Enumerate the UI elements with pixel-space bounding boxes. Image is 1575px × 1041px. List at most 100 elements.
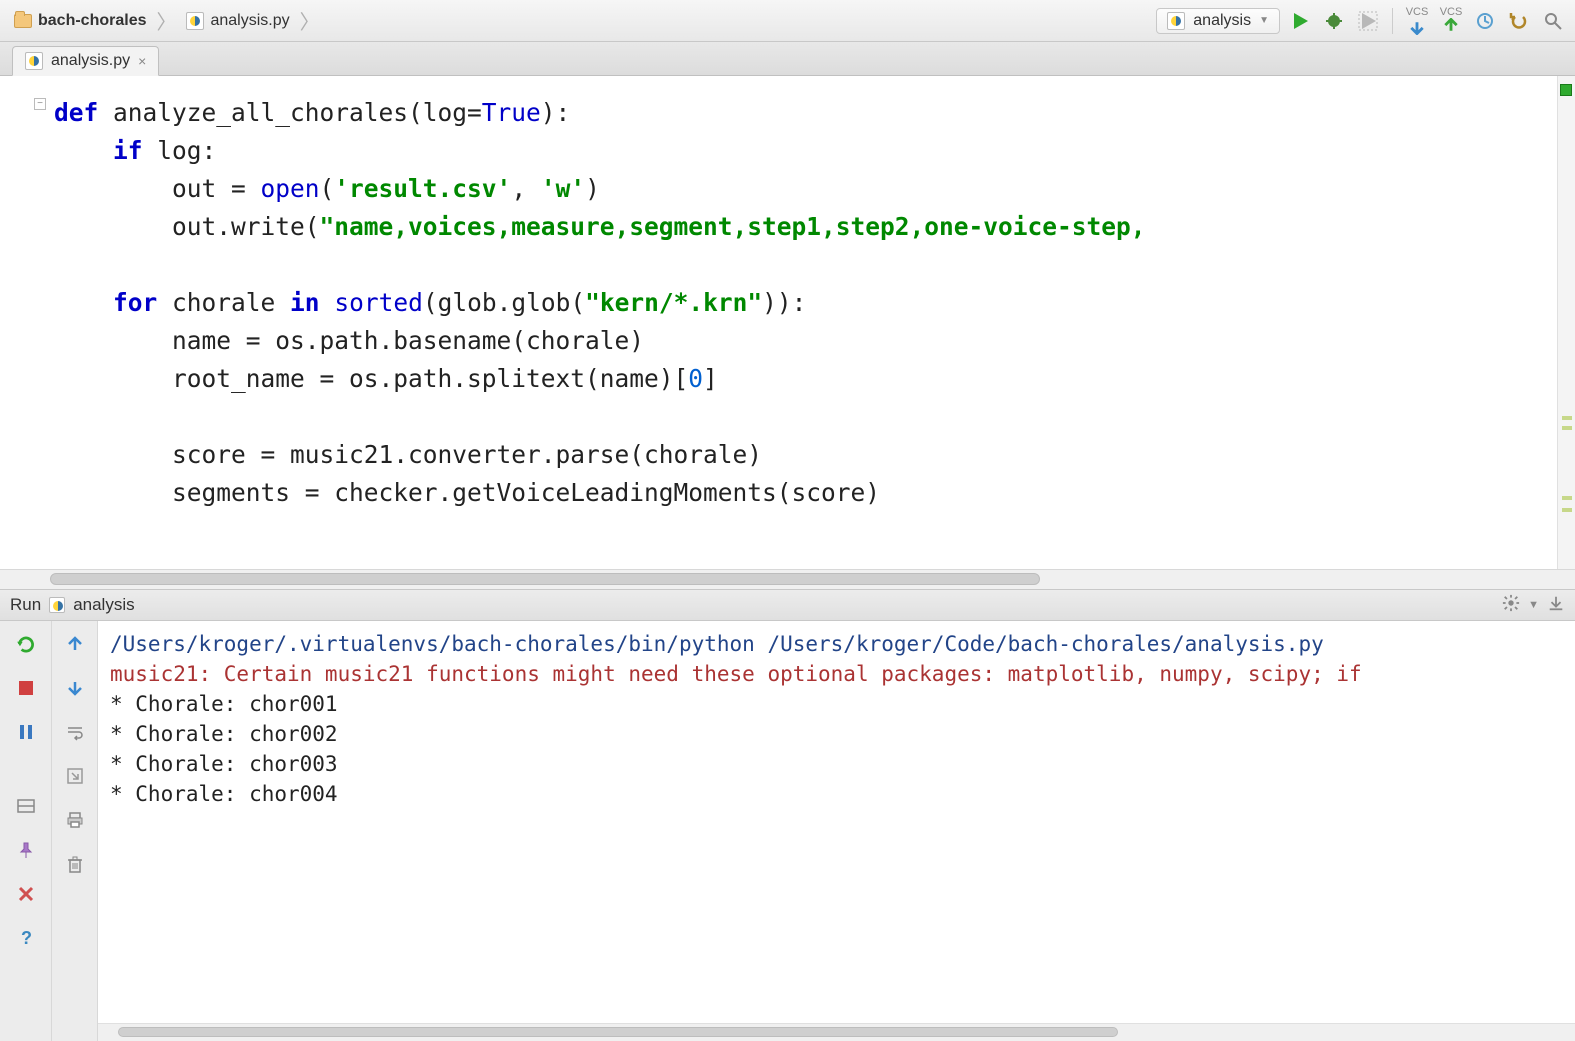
console-output[interactable]: /Users/kroger/.virtualenvs/bach-chorales… bbox=[98, 621, 1575, 1041]
gear-icon[interactable] bbox=[1502, 594, 1520, 617]
toolbar-right: analysis ▼ VCS VCS bbox=[1156, 7, 1567, 35]
fold-toggle-icon[interactable]: − bbox=[34, 98, 46, 110]
chevron-down-icon: ▼ bbox=[1259, 15, 1269, 26]
warning-marker-icon[interactable] bbox=[1562, 416, 1572, 420]
pause-button[interactable] bbox=[13, 719, 39, 745]
code-token bbox=[320, 288, 335, 317]
run-config-selector[interactable]: analysis ▼ bbox=[1156, 8, 1280, 34]
vcs-update-button[interactable]: VCS bbox=[1403, 7, 1431, 35]
console-line: * Chorale: chor001 bbox=[110, 689, 1563, 719]
breadcrumb-separator-icon: 〉 bbox=[156, 6, 176, 35]
coverage-button[interactable] bbox=[1354, 7, 1382, 35]
close-icon[interactable]: × bbox=[138, 53, 146, 69]
clear-all-button[interactable] bbox=[62, 851, 88, 877]
run-config-label: analysis bbox=[1193, 12, 1251, 30]
code-token: def bbox=[54, 98, 98, 127]
code-token: chorale bbox=[157, 288, 290, 317]
vcs-label: VCS bbox=[1440, 7, 1463, 18]
python-file-icon bbox=[49, 597, 65, 613]
editor-tab[interactable]: analysis.py × bbox=[12, 46, 159, 76]
pin-button[interactable] bbox=[13, 837, 39, 863]
code-token: ] bbox=[703, 364, 718, 393]
code-token: ) bbox=[585, 174, 600, 203]
console-horizontal-scrollbar[interactable] bbox=[98, 1023, 1575, 1041]
chevron-down-icon[interactable]: ▼ bbox=[1528, 599, 1539, 611]
code-token: out = bbox=[54, 174, 261, 203]
code-area[interactable]: def analyze_all_chorales(log=True): if l… bbox=[50, 76, 1557, 569]
editor[interactable]: − def analyze_all_chorales(log=True): if… bbox=[0, 76, 1575, 569]
code-token: root_name = os.path.splitext(name)[ bbox=[54, 364, 688, 393]
search-button[interactable] bbox=[1539, 7, 1567, 35]
layout-button[interactable] bbox=[13, 793, 39, 819]
code-token: log: bbox=[143, 136, 217, 165]
console-lines: /Users/kroger/.virtualenvs/bach-chorales… bbox=[110, 629, 1563, 1023]
debug-button[interactable] bbox=[1320, 7, 1348, 35]
python-file-icon bbox=[25, 52, 43, 70]
vcs-commit-button[interactable]: VCS bbox=[1437, 7, 1465, 35]
scrollbar-thumb[interactable] bbox=[50, 573, 1040, 585]
console-line: * Chorale: chor004 bbox=[110, 779, 1563, 809]
code-token: 'result.csv' bbox=[334, 174, 511, 203]
help-button[interactable]: ? bbox=[13, 925, 39, 951]
print-button[interactable] bbox=[62, 807, 88, 833]
code-token: , bbox=[511, 174, 541, 203]
breadcrumb-separator-icon: 〉 bbox=[300, 6, 320, 35]
breadcrumb-project-label: bach-chorales bbox=[38, 12, 146, 30]
console-command-line: /Users/kroger/.virtualenvs/bach-chorales… bbox=[110, 629, 1563, 659]
scroll-to-end-button[interactable] bbox=[62, 763, 88, 789]
breadcrumb-file[interactable]: analysis.py bbox=[180, 10, 295, 32]
scrollbar-thumb[interactable] bbox=[118, 1027, 1118, 1037]
code-token: sorted bbox=[334, 288, 423, 317]
svg-text:?: ? bbox=[21, 928, 32, 948]
editor-tab-label: analysis.py bbox=[51, 52, 130, 70]
code-token: True bbox=[482, 98, 541, 127]
breadcrumb-project[interactable]: bach-chorales bbox=[8, 10, 152, 32]
run-button[interactable] bbox=[1286, 7, 1314, 35]
code-token: for bbox=[113, 288, 157, 317]
code-token: (glob.glob( bbox=[423, 288, 585, 317]
scroll-down-button[interactable] bbox=[62, 675, 88, 701]
python-file-icon bbox=[1167, 12, 1185, 30]
console-warning-line: music21: Certain music21 functions might… bbox=[110, 659, 1563, 689]
breadcrumb: bach-chorales 〉 analysis.py 〉 bbox=[8, 6, 1156, 35]
close-button[interactable] bbox=[13, 881, 39, 907]
run-header-title: analysis bbox=[73, 595, 134, 615]
separator bbox=[1392, 8, 1393, 34]
console-line: * Chorale: chor003 bbox=[110, 749, 1563, 779]
editor-horizontal-scrollbar[interactable] bbox=[0, 569, 1575, 589]
undo-button[interactable] bbox=[1505, 7, 1533, 35]
error-stripe-gutter[interactable] bbox=[1557, 76, 1575, 569]
warning-marker-icon[interactable] bbox=[1562, 508, 1572, 512]
analysis-status-icon bbox=[1560, 84, 1572, 96]
editor-gutter[interactable]: − bbox=[0, 76, 50, 569]
code-token: score = music21.converter.parse(chorale) bbox=[54, 440, 762, 469]
code-token bbox=[54, 136, 113, 165]
code-token bbox=[54, 288, 113, 317]
code-token: "name,voices,measure,segment,step1,step2… bbox=[320, 212, 1146, 241]
code-token: )): bbox=[762, 288, 806, 317]
top-toolbar: bach-chorales 〉 analysis.py 〉 analysis ▼… bbox=[0, 0, 1575, 42]
code-token: 0 bbox=[688, 364, 703, 393]
rerun-button[interactable] bbox=[13, 631, 39, 657]
code-token: open bbox=[261, 174, 320, 203]
code-token: out.write( bbox=[54, 212, 320, 241]
run-tool-window-header[interactable]: Run analysis ▼ bbox=[0, 589, 1575, 621]
vcs-label: VCS bbox=[1406, 7, 1429, 18]
run-tool-window: ? /Users/kroger/.virtualenvs/bach-choral… bbox=[0, 621, 1575, 1041]
code-token: ( bbox=[320, 174, 335, 203]
warning-marker-icon[interactable] bbox=[1562, 426, 1572, 430]
code-token: analyze_all_chorales(log= bbox=[98, 98, 482, 127]
code-token: name = os.path.basename(chorale) bbox=[54, 326, 644, 355]
run-actions-primary: ? bbox=[0, 621, 52, 1041]
warning-marker-icon[interactable] bbox=[1562, 496, 1572, 500]
history-button[interactable] bbox=[1471, 7, 1499, 35]
code-token: in bbox=[290, 288, 320, 317]
code-token: segments = checker.getVoiceLeadingMoment… bbox=[54, 478, 880, 507]
folder-icon bbox=[14, 14, 32, 28]
code-token: ): bbox=[541, 98, 571, 127]
breadcrumb-file-label: analysis.py bbox=[210, 12, 289, 30]
stop-button[interactable] bbox=[13, 675, 39, 701]
download-icon[interactable] bbox=[1547, 594, 1565, 617]
soft-wrap-button[interactable] bbox=[62, 719, 88, 745]
scroll-up-button[interactable] bbox=[62, 631, 88, 657]
